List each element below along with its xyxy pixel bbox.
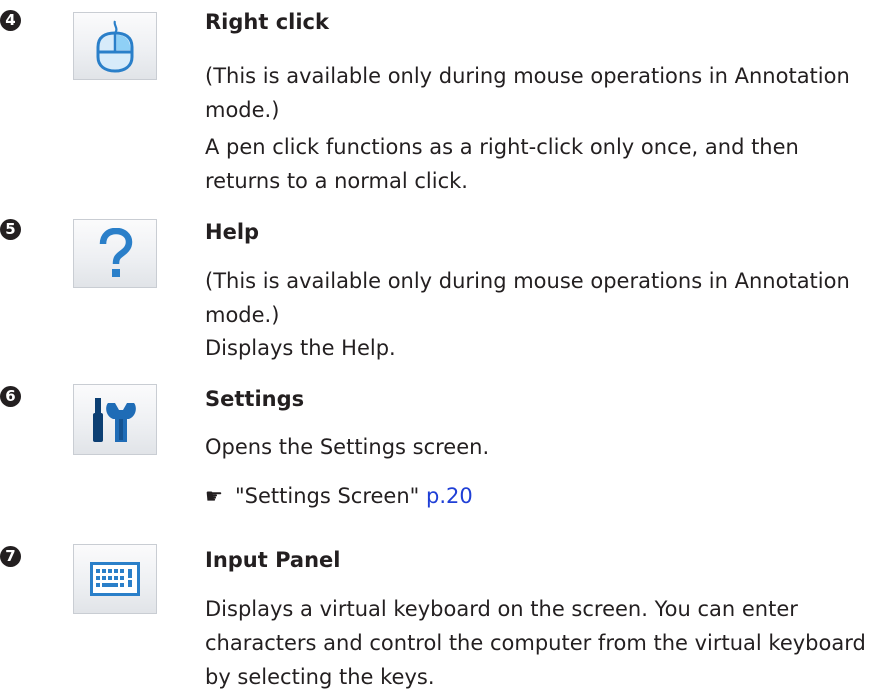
item-number-7: 7 bbox=[0, 546, 21, 567]
question-icon bbox=[99, 227, 133, 277]
item-number-6: 6 bbox=[0, 386, 21, 407]
item-paragraph: Opens the Settings screen. bbox=[205, 435, 490, 459]
item-title-help: Help bbox=[205, 220, 260, 244]
tools-icon bbox=[93, 397, 136, 442]
reference-text: "Settings Screen" bbox=[235, 484, 420, 508]
item-paragraph: (This is available only during mouse ope… bbox=[205, 64, 850, 122]
item-number-5: 5 bbox=[0, 219, 21, 240]
help-button[interactable] bbox=[73, 219, 157, 288]
item-title-input-panel: Input Panel bbox=[205, 548, 341, 572]
item-paragraph: Displays a virtual keyboard on the scree… bbox=[205, 597, 866, 689]
settings-button[interactable] bbox=[73, 384, 157, 455]
item-number-4: 4 bbox=[0, 10, 21, 31]
item-title-settings: Settings bbox=[205, 387, 305, 411]
right-click-button[interactable] bbox=[73, 12, 157, 80]
item-paragraph: A pen click functions as a right-click o… bbox=[205, 135, 799, 193]
settings-screen-page-link[interactable]: p.20 bbox=[426, 484, 473, 508]
item-paragraph: Displays the Help. bbox=[205, 336, 396, 360]
pointing-hand-icon: ☛ bbox=[205, 484, 223, 508]
settings-screen-reference: ☛ "Settings Screen" p.20 bbox=[205, 479, 880, 513]
item-paragraph: (This is available only during mouse ope… bbox=[205, 269, 850, 327]
item-title-right-click: Right click bbox=[205, 10, 329, 34]
keyboard-icon bbox=[90, 562, 140, 596]
mouse-icon bbox=[96, 20, 134, 73]
input-panel-button[interactable] bbox=[73, 544, 157, 614]
